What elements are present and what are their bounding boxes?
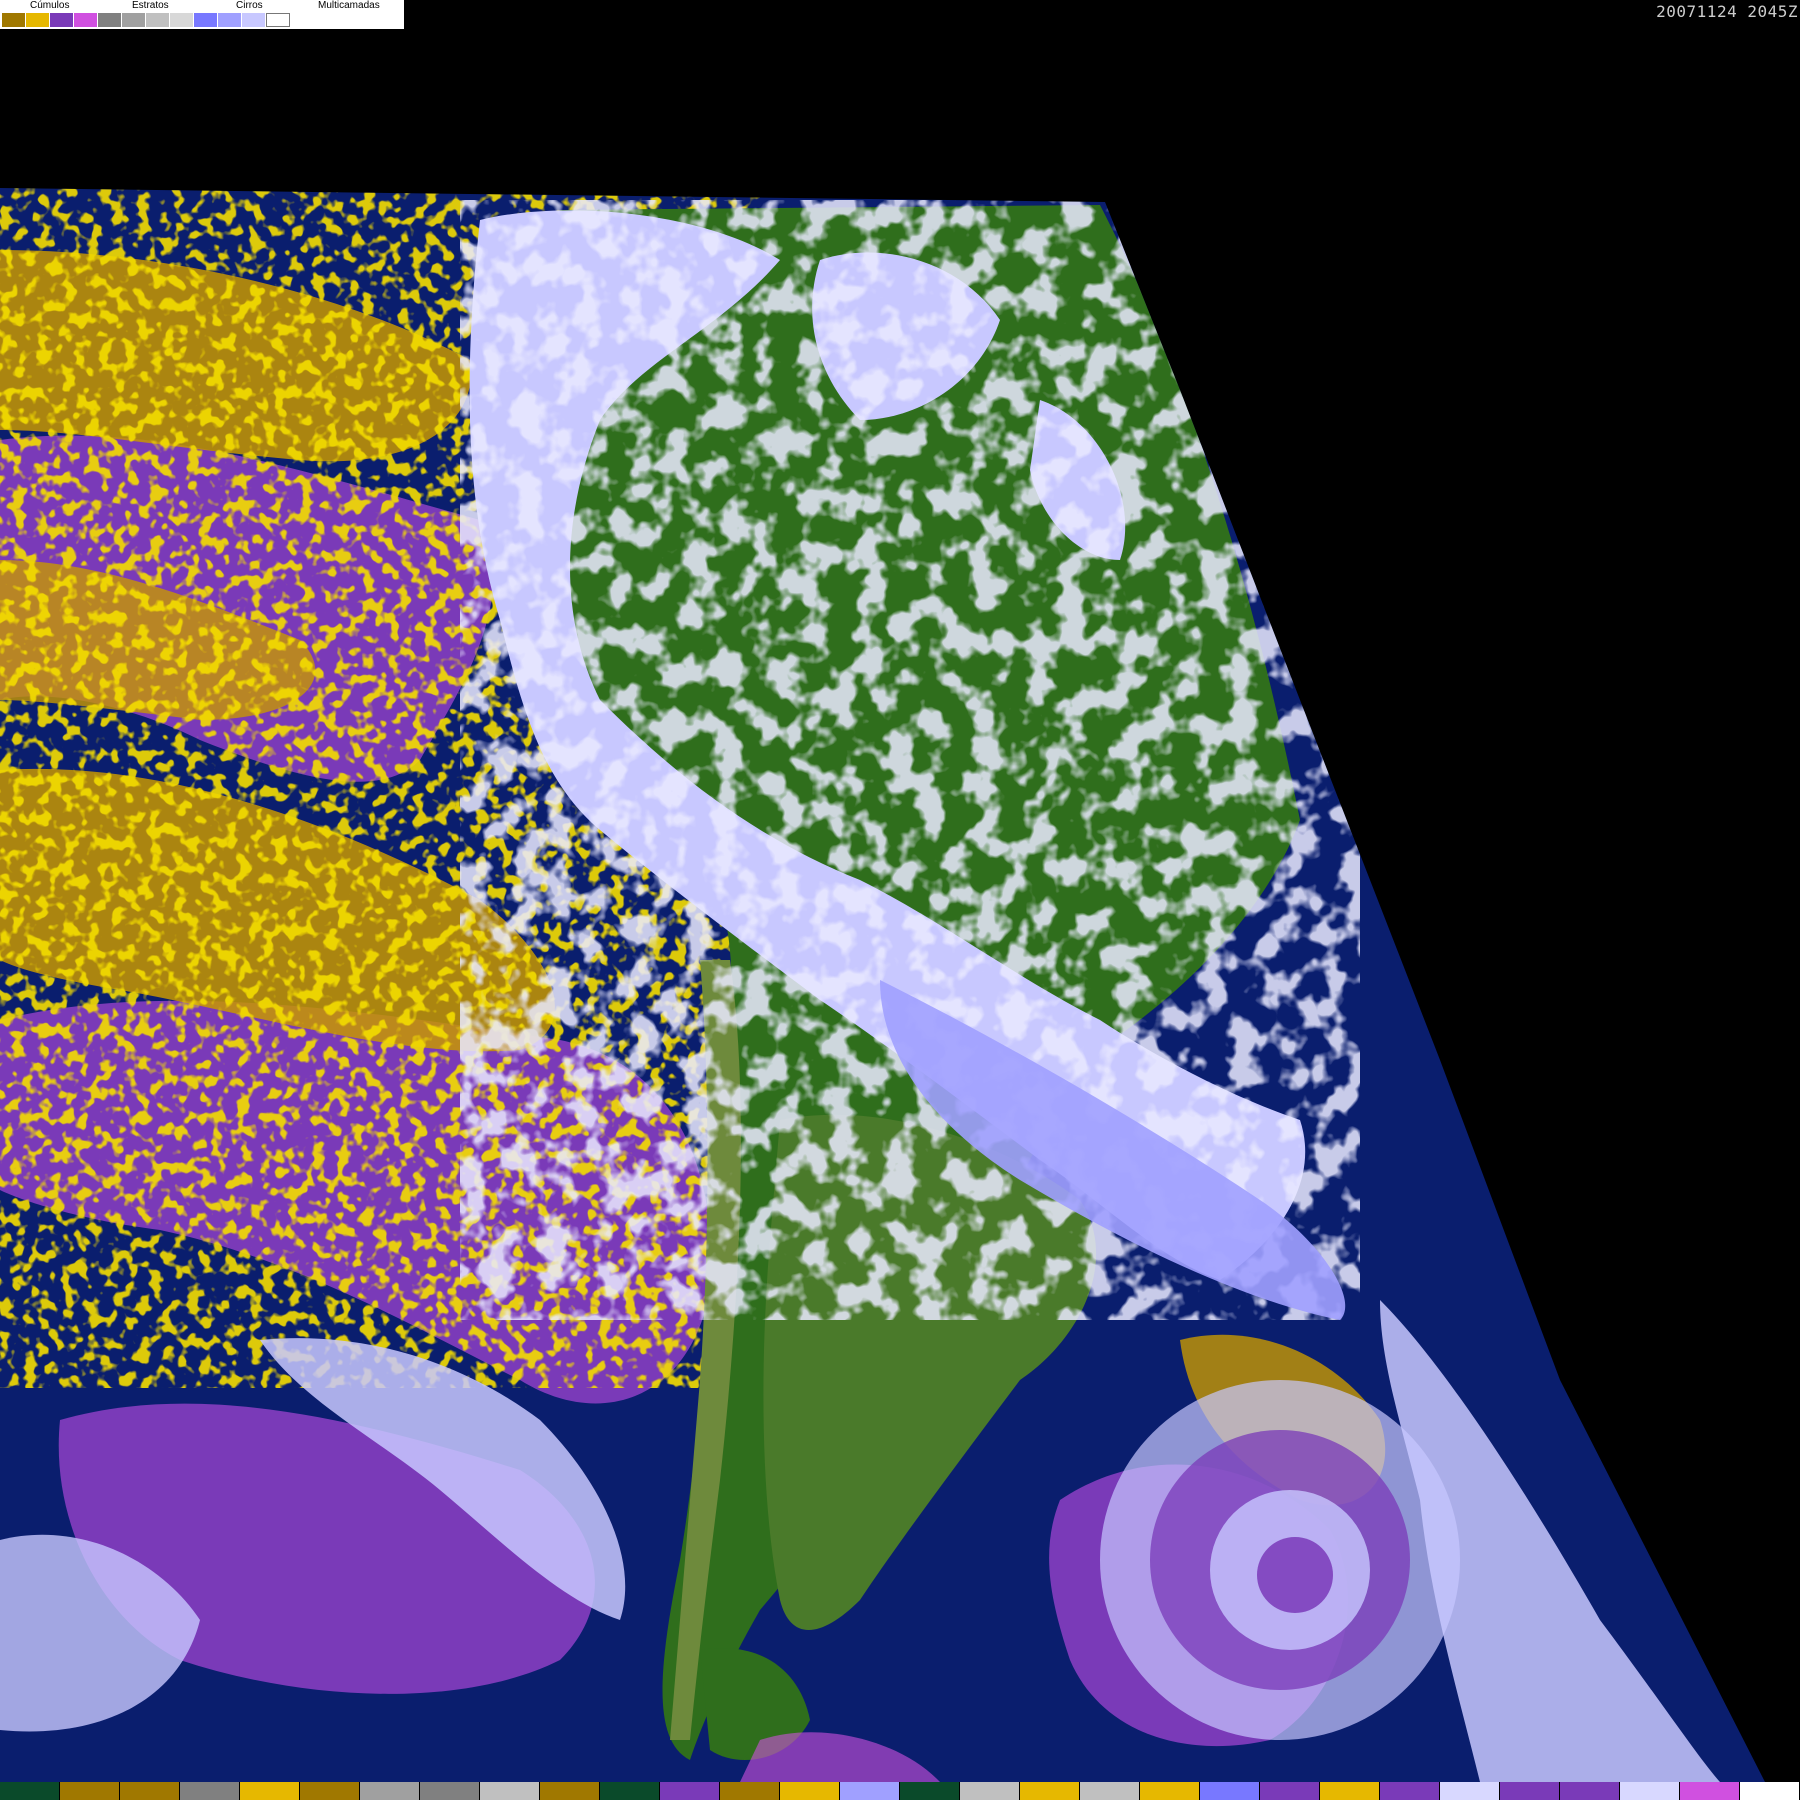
strip-cell xyxy=(60,1782,120,1800)
strip-cell xyxy=(780,1782,840,1800)
cloud-type-legend: Cúmulos Estratos Cirros Multicamadas xyxy=(0,0,405,30)
legend-swatch xyxy=(74,13,98,27)
satellite-page: Cúmulos Estratos Cirros Multicamadas 200… xyxy=(0,0,1800,1800)
strip-cell xyxy=(1380,1782,1440,1800)
bottom-color-strip xyxy=(0,1782,1800,1800)
strip-cell xyxy=(540,1782,600,1800)
legend-swatch xyxy=(194,13,218,27)
legend-swatch xyxy=(2,13,26,27)
strip-cell xyxy=(240,1782,300,1800)
strip-cell xyxy=(420,1782,480,1800)
strip-cell xyxy=(1140,1782,1200,1800)
legend-label-stratus: Estratos xyxy=(132,0,169,11)
strip-cell xyxy=(1320,1782,1380,1800)
strip-cell xyxy=(720,1782,780,1800)
strip-cell xyxy=(1440,1782,1500,1800)
legend-swatch xyxy=(266,13,290,27)
legend-swatch xyxy=(50,13,74,27)
strip-cell xyxy=(660,1782,720,1800)
strip-cell xyxy=(1740,1782,1800,1800)
strip-cell xyxy=(600,1782,660,1800)
strip-cell xyxy=(1620,1782,1680,1800)
strip-cell xyxy=(1680,1782,1740,1800)
strip-cell xyxy=(300,1782,360,1800)
strip-cell xyxy=(1200,1782,1260,1800)
strip-cell xyxy=(1020,1782,1080,1800)
strip-cell xyxy=(1500,1782,1560,1800)
legend-label-cirrus: Cirros xyxy=(236,0,263,11)
strip-cell xyxy=(1560,1782,1620,1800)
strip-cell xyxy=(840,1782,900,1800)
legend-swatch xyxy=(146,13,170,27)
legend-swatch xyxy=(122,13,146,27)
strip-cell xyxy=(120,1782,180,1800)
legend-swatch-row xyxy=(2,13,290,27)
strip-cell xyxy=(360,1782,420,1800)
strip-cell xyxy=(1080,1782,1140,1800)
strip-cell xyxy=(0,1782,60,1800)
legend-swatch xyxy=(26,13,50,27)
legend-swatch xyxy=(242,13,266,27)
image-timestamp: 20071124 2045Z xyxy=(1656,2,1798,21)
legend-swatch xyxy=(98,13,122,27)
strip-cell xyxy=(960,1782,1020,1800)
legend-label-cumulus: Cúmulos xyxy=(30,0,70,11)
legend-swatch xyxy=(218,13,242,27)
strip-cell xyxy=(1260,1782,1320,1800)
strip-cell xyxy=(900,1782,960,1800)
legend-swatch xyxy=(170,13,194,27)
strip-cell xyxy=(480,1782,540,1800)
satellite-cloud-map xyxy=(0,188,1765,1782)
strip-cell xyxy=(180,1782,240,1800)
legend-label-multilayer: Multicamadas xyxy=(318,0,380,11)
